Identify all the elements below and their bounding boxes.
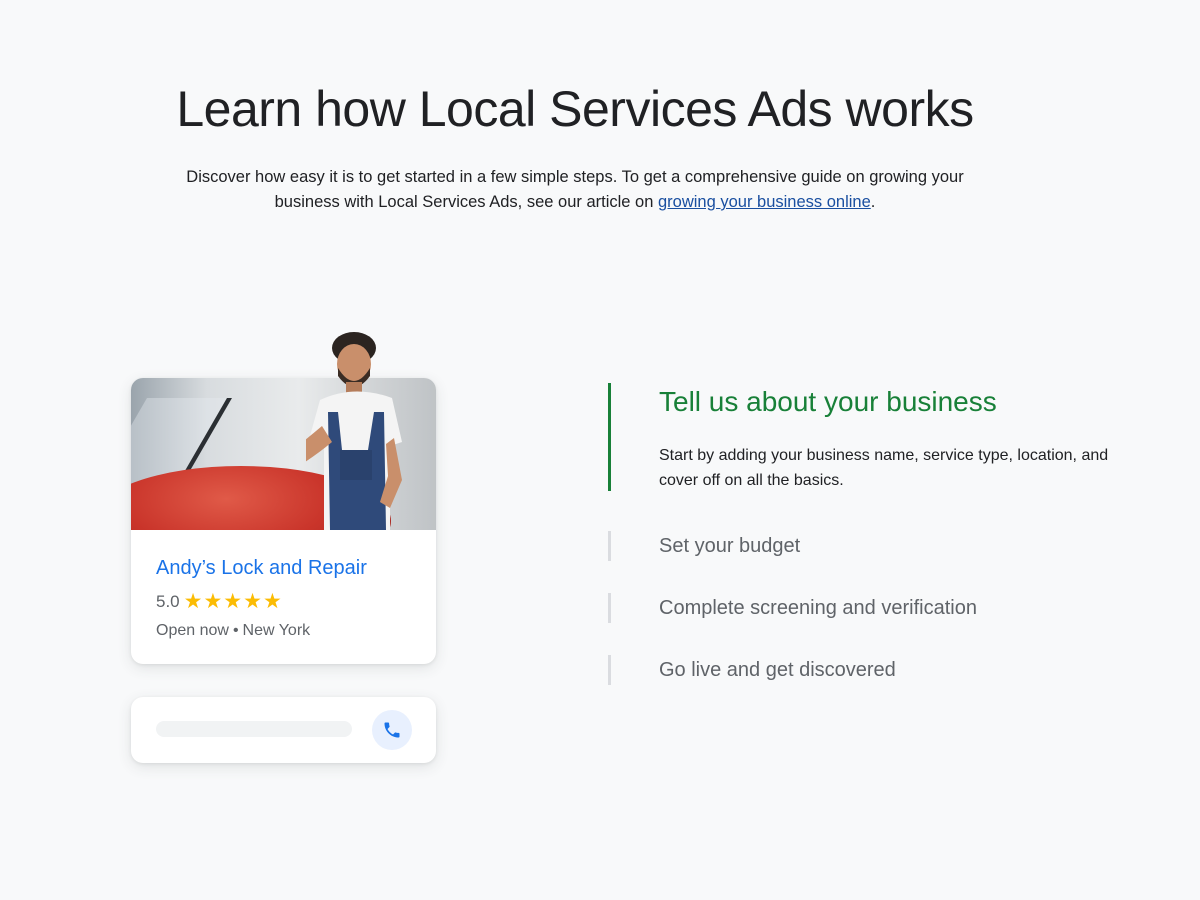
step-title: Go live and get discovered [659, 659, 896, 681]
status-row: Open now • New York [156, 622, 310, 640]
mechanic-photo [131, 378, 436, 530]
red-car-hood [131, 466, 391, 530]
step-description: Start by adding your business name, serv… [659, 447, 1109, 489]
business-name[interactable]: Andy’s Lock and Repair [156, 557, 367, 580]
step-title: Set your budget [659, 535, 801, 557]
step-go-live[interactable]: Go live and get discovered [608, 655, 1128, 685]
intro-end: . [870, 193, 876, 211]
phone-icon [384, 722, 400, 738]
step-business-info[interactable]: Tell us about your business Start by add… [608, 383, 1128, 491]
star-rating-icon: ★★★★★ [183, 590, 283, 613]
step-title: Tell us about your business [659, 386, 997, 417]
rating-row: 5.0 ★★★★★ [156, 591, 283, 612]
intro-paragraph: Discover how easy it is to get started i… [160, 165, 990, 215]
call-button[interactable] [372, 710, 412, 750]
step-title: Complete screening and verification [659, 597, 977, 619]
growing-business-link[interactable]: growing your business online [658, 193, 871, 211]
call-card [131, 697, 436, 763]
page-title: Learn how Local Services Ads works [176, 81, 974, 137]
separator-dot: • [232, 622, 239, 639]
step-budget[interactable]: Set your budget [608, 531, 1128, 561]
rating-value: 5.0 [156, 591, 180, 611]
page: Learn how Local Services Ads works Disco… [0, 0, 1200, 900]
business-listing-card[interactable]: Andy’s Lock and Repair 5.0 ★★★★★ Open no… [131, 332, 436, 664]
step-screening[interactable]: Complete screening and verification [608, 593, 1128, 623]
placeholder-bar [156, 721, 352, 737]
business-location: New York [242, 622, 311, 639]
open-status: Open now [156, 622, 229, 639]
